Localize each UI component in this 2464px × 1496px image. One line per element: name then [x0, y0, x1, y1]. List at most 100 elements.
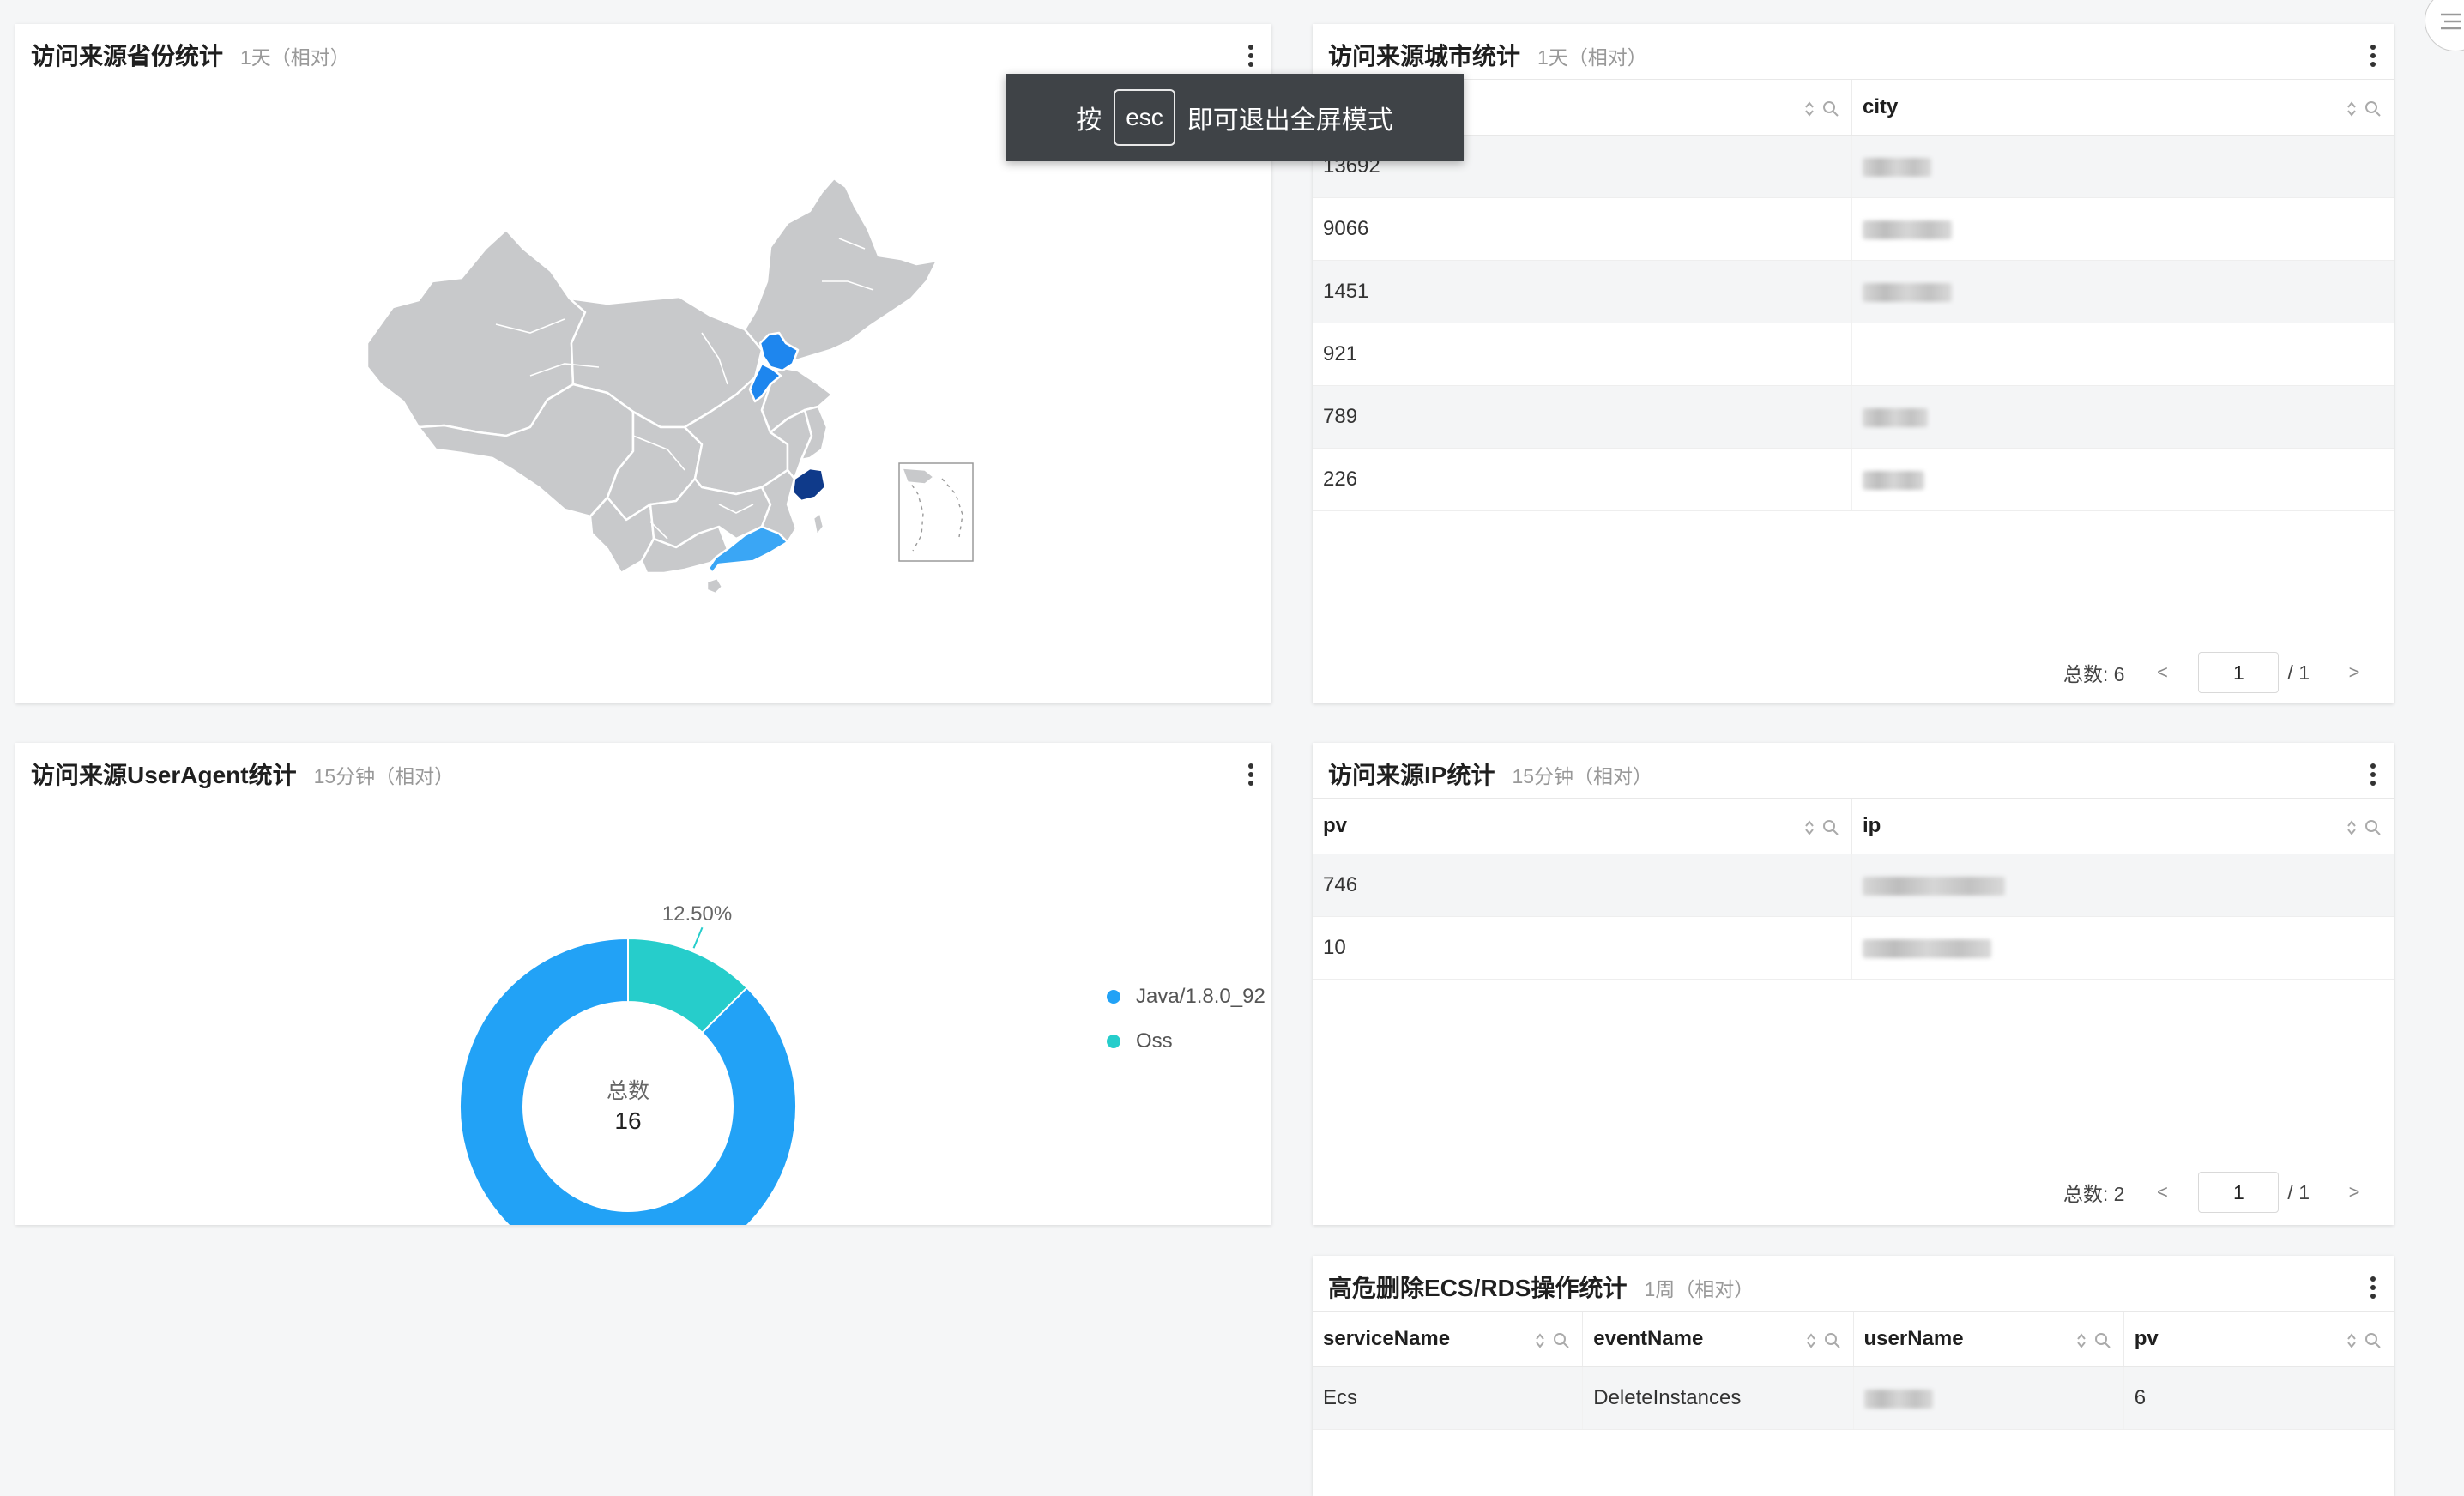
menu-icon [2441, 13, 2461, 30]
useragent-panel: 访问来源UserAgent统计15分钟（相对） 87.50%12.50%总数16… [15, 743, 1271, 1225]
cell-pv: 789 [1313, 386, 1852, 448]
cell-city [1852, 198, 2394, 260]
column-header-username[interactable]: userName [1854, 1312, 2124, 1366]
cell-pv: 921 [1313, 323, 1852, 385]
data-label: 12.50% [662, 902, 732, 926]
column-header-servicename[interactable]: serviceName [1313, 1312, 1584, 1366]
more-options-icon[interactable] [2364, 41, 2382, 70]
filter-search-icon[interactable] [2364, 1331, 2382, 1350]
legend-item[interactable]: Oss [1107, 1019, 1265, 1064]
city-table: city 13692 9066 1451 921 789 226 [1313, 79, 2394, 511]
table-row[interactable]: 746 [1313, 854, 2394, 917]
cell-pv: 746 [1313, 854, 1852, 916]
panel-title-text: 访问来源城市统计 [1328, 43, 1521, 69]
cell-city [1852, 323, 2394, 385]
table-row[interactable]: 1451 [1313, 261, 2394, 323]
sort-icon[interactable] [2075, 1331, 2087, 1350]
cell-pv: 1451 [1313, 261, 1852, 323]
column-header-label: userName [1863, 1327, 1964, 1350]
pagination: 总数: 2 < / 1 > [2063, 1170, 2370, 1215]
map-region-hainan[interactable] [705, 576, 724, 595]
column-header-ip[interactable]: ip [1852, 799, 2394, 854]
sort-icon[interactable] [1534, 1331, 1546, 1350]
next-page-button[interactable]: > [2339, 661, 2370, 684]
panel-header: 访问来源城市统计 1天（相对） [1313, 24, 2394, 77]
panel-title-text: 访问来源IP统计 [1328, 762, 1495, 788]
more-options-icon[interactable] [2364, 760, 2382, 789]
panel-header: 高危删除ECS/RDS操作统计 1周（相对） [1313, 1256, 2394, 1309]
table-row[interactable]: 226 [1313, 449, 2394, 511]
table-row[interactable]: 13692 [1313, 136, 2394, 198]
filter-search-icon[interactable] [2364, 100, 2382, 118]
page-count: / 1 [2287, 661, 2310, 684]
sort-icon[interactable] [2346, 818, 2358, 837]
cell-city [1852, 136, 2394, 197]
legend-item[interactable]: Java/1.8.0_92 [1107, 974, 1265, 1019]
filter-search-icon[interactable] [2094, 1331, 2111, 1350]
column-header-eventname[interactable]: eventName [1583, 1312, 1854, 1366]
legend-dot [1107, 990, 1120, 1004]
table-row[interactable]: 9066 [1313, 198, 2394, 261]
table-row[interactable]: 789 [1313, 386, 2394, 449]
danger-ops-panel: 高危删除ECS/RDS操作统计 1周（相对） serviceName eventN… [1313, 1256, 2394, 1496]
filter-search-icon[interactable] [1553, 1331, 1570, 1350]
panel-header: 访问来源IP统计 15分钟（相对） [1313, 743, 2394, 796]
sort-icon[interactable] [2346, 100, 2358, 118]
column-header-label: ip [1863, 814, 1881, 837]
panel-title: 访问来源城市统计 1天（相对） [1328, 38, 1647, 72]
legend-label: Oss [1136, 1029, 1173, 1053]
panel-title-text: 高危删除ECS/RDS操作统计 [1328, 1275, 1628, 1301]
panel-title: 高危删除ECS/RDS操作统计 1周（相对） [1328, 1270, 1754, 1304]
cell-ip [1852, 917, 2394, 979]
chart-legend: Java/1.8.0_92 Oss [1107, 974, 1265, 1064]
cell-city [1852, 261, 2394, 323]
useragent-donut-chart[interactable]: 87.50%12.50%总数16 [15, 743, 1271, 1225]
cell-pv: 226 [1313, 449, 1852, 510]
cell-pv: 9066 [1313, 198, 1852, 260]
map-region-taiwan[interactable] [812, 511, 825, 537]
table-row[interactable]: 921 [1313, 323, 2394, 386]
pagination-total: 总数: 6 [2062, 663, 2125, 685]
toast-text-post: 即可退出全屏模式 [1187, 106, 1393, 135]
cell-servicename: Ecs [1313, 1367, 1584, 1429]
filter-search-icon[interactable] [1822, 100, 1839, 118]
column-header-pv[interactable]: pv [1313, 799, 1852, 854]
donut-center-label: 总数 [607, 1079, 649, 1103]
city-panel: 访问来源城市统计 1天（相对） city 13692 9066 1451 921… [1313, 24, 2394, 703]
panel-time-range: 15分钟（相对） [1512, 765, 1653, 787]
page-count: / 1 [2287, 1180, 2310, 1203]
next-page-button[interactable]: > [2339, 1181, 2370, 1203]
filter-search-icon[interactable] [1822, 818, 1839, 837]
filter-search-icon[interactable] [1824, 1331, 1841, 1350]
sort-icon[interactable] [2346, 1331, 2358, 1350]
column-header-city[interactable]: city [1852, 80, 2394, 135]
cell-eventname: DeleteInstances [1583, 1367, 1854, 1429]
column-header-pv[interactable]: pv [2124, 1312, 2394, 1366]
table-header-row: serviceName eventName userName pv [1313, 1311, 2394, 1367]
danger-ops-table: serviceName eventName userName pv Ecs De… [1313, 1311, 2394, 1430]
floating-menu-button[interactable] [2425, 0, 2464, 51]
sort-icon[interactable] [1803, 818, 1815, 837]
column-header-label: eventName [1593, 1327, 1704, 1350]
table-row[interactable]: Ecs DeleteInstances 6 [1313, 1367, 2394, 1430]
column-header-label: pv [1323, 814, 1348, 837]
pagination-total: 总数: 2 [2062, 1183, 2125, 1205]
prev-page-button[interactable]: < [2147, 1181, 2177, 1203]
table-header-row: city [1313, 79, 2394, 136]
cell-pv: 6 [2134, 1386, 2147, 1409]
cell-city [1852, 386, 2394, 448]
page-number-input[interactable] [2198, 1172, 2280, 1213]
prev-page-button[interactable]: < [2147, 661, 2177, 684]
toast-text-pre: 按 [1076, 106, 1102, 135]
page-number-input[interactable] [2198, 652, 2280, 693]
table-header-row: pv ip [1313, 798, 2394, 854]
table-row[interactable]: 10 [1313, 917, 2394, 980]
pagination: 总数: 6 < / 1 > [2063, 650, 2370, 695]
filter-search-icon[interactable] [2364, 818, 2382, 837]
map-region-zhejiang[interactable] [791, 467, 827, 503]
more-options-icon[interactable] [2364, 1273, 2382, 1302]
panel-time-range: 1天（相对） [1537, 46, 1647, 69]
legend-label: Java/1.8.0_92 [1136, 985, 1265, 1008]
sort-icon[interactable] [1803, 100, 1815, 118]
sort-icon[interactable] [1805, 1331, 1817, 1350]
